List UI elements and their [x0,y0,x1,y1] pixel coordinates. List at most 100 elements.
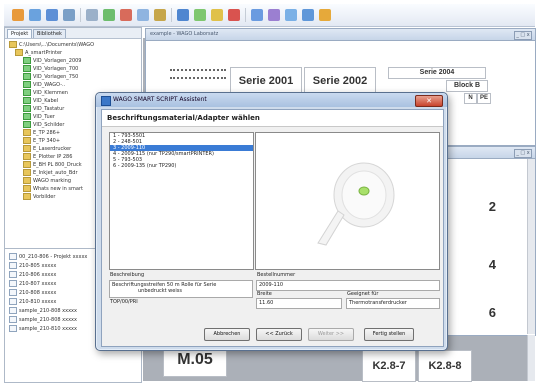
list-item[interactable]: 210-807 xxxxx [9,280,56,287]
tree-item-label: VID_Schilder [33,122,65,128]
next-button[interactable]: Weiter >> [308,328,354,341]
check-icon[interactable] [211,9,223,21]
open-icon[interactable] [29,9,41,21]
series-label: Serie 2004 [388,67,486,79]
code-label: PE [477,93,491,104]
paste-icon[interactable] [120,9,132,21]
tree-item[interactable]: WAGO marking [23,177,71,184]
layout-icon[interactable] [285,9,297,21]
document-window-mid: _ □ x 2 4 6 [441,146,536,336]
tree-item[interactable]: E_Inkjet_auto_Bdr [23,169,78,176]
tree-item-label: E_Plotter IP 286 [33,154,73,160]
document-window-title: _ □ x [442,147,535,159]
back-button[interactable]: << Zurück [256,328,302,341]
tree-item-label: C:\Users\...\Documents\WAGO [19,42,95,48]
list-item[interactable]: sample_210-808 xxxxx [9,307,77,314]
tree-item[interactable]: E_Laserdrucker [23,145,71,152]
folder-icon [23,177,31,184]
tree-item-label: VID_Tastatur [33,106,65,112]
refresh-icon[interactable] [268,9,280,21]
tree-item[interactable]: VID_Vorlagen_750 [23,73,78,80]
save-icon[interactable] [46,9,58,21]
beschreibung-field: Beschriftungsstreifen 50 m Rolle für Ser… [109,280,253,298]
tree-item-label: E_TP 286+ [33,130,61,136]
tree-item[interactable]: Whats new in smart [23,185,83,192]
add-icon[interactable] [194,9,206,21]
tree-item[interactable]: VID_Klemmen [23,89,68,96]
wizard-icon[interactable] [319,9,331,21]
delete-icon[interactable] [228,9,240,21]
new-icon[interactable] [12,9,24,21]
list-item[interactable]: 210-806 xxxxx [9,271,56,278]
bestellnummer-field: 2009-110 [256,280,440,291]
finish-button[interactable]: Fertig stellen [364,328,414,341]
print-icon[interactable] [63,9,75,21]
material-option[interactable]: 6 - 2009-135 (nur TP290) [110,163,253,169]
list-item[interactable]: 210-810 xxxxx [9,298,56,305]
folder-icon [23,105,31,112]
tree-item[interactable]: VID_WAGO-.. [23,81,65,88]
window-controls[interactable]: _ □ x [514,149,532,158]
tree-item[interactable]: VID_Tuer [23,113,55,120]
redo-icon[interactable] [154,9,166,21]
list-item[interactable]: 00_210-806 - Projekt xxxxx [9,253,87,260]
tree-item-label: E_Inkjet_auto_Bdr [33,170,78,176]
tab-bibliothek[interactable]: Bibliothek [33,29,66,38]
vertical-scrollbar[interactable] [527,335,535,381]
layout2-icon[interactable] [302,9,314,21]
breite-label: Breite [257,291,272,297]
tab-projekt[interactable]: Projekt [7,29,33,38]
main-toolbar [4,4,535,27]
help-icon[interactable] [251,9,263,21]
tree-item[interactable]: E_Plotter IP 286 [23,153,72,160]
material-list[interactable]: 1 - 793-5501 2 - 248-501 3 - 2009-110 4 - 2… [109,132,254,270]
document-icon [9,325,17,332]
folder-icon [23,89,31,96]
label-cell: 4 [450,245,496,285]
dialog-header: Beschriftungsmaterial/Adapter wählen [102,110,443,127]
list-item-label: 00_210-806 - Projekt xxxxx [19,254,88,260]
geeignet-field: Thermotransferdrucker [346,298,440,309]
tree-item[interactable]: VID_Vorlagen_700 [23,65,78,72]
tree-item-label: E_BH PL 800_Druck [33,162,82,168]
tree-item[interactable]: E_TP 340+ [23,137,60,144]
copy-icon[interactable] [103,9,115,21]
tree-item[interactable]: VID_Vorlagen_2009 [23,57,82,64]
label-cell: K2.8-7 [362,350,416,382]
list-item[interactable]: 210-805 xxxxx [9,262,56,269]
tree-item-label: E_TP 340+ [33,138,61,144]
tree-item[interactable]: Vorbilder [23,193,55,200]
tree-item[interactable]: E_TP 286+ [23,129,60,136]
tree-item[interactable]: E_BH PL 800_Druck [23,161,82,168]
toolbar-separator [80,8,81,22]
undo-icon[interactable] [137,9,149,21]
cancel-button[interactable]: Abbrechen [204,328,250,341]
beschreibung-code: TOP/00/PRI [110,299,138,305]
cut-icon[interactable] [86,9,98,21]
window-controls[interactable]: _ □ x [514,31,532,40]
list-item-label: sample_210-808 xxxxx [19,317,77,323]
folder-icon [23,73,31,80]
tree-item-label: E_Laserdrucker [33,146,72,152]
block-label: Block B [446,80,488,92]
tree-item[interactable]: C:\Users\...\Documents\WAGO [9,41,94,48]
tree-item[interactable]: A_smartPrinter [15,49,62,56]
vertical-scrollbar[interactable] [527,159,535,334]
label-cell: 2 [450,187,496,227]
grid-icon[interactable] [177,9,189,21]
tree-item[interactable]: VID_Tastatur [23,105,64,112]
list-item[interactable]: 210-808 xxxxx [9,289,56,296]
list-item[interactable]: sample_210-810 xxxxx [9,325,77,332]
tree-item[interactable]: VID_Schilder [23,121,64,128]
list-item[interactable]: sample_210-808 xxxxx [9,316,77,323]
document-icon [9,280,17,287]
close-button[interactable]: ✕ [415,95,443,107]
tree-item-label: VID_Vorlagen_700 [33,66,79,72]
tree-item[interactable]: VID_Kabel [23,97,58,104]
geeignet-label: Geeignet für [347,291,379,297]
list-item-label: 210-810 xxxxx [19,299,57,305]
list-item-label: 210-805 xxxxx [19,263,57,269]
label-cell: 6 [450,293,496,333]
document-icon [9,316,17,323]
document-icon [9,262,17,269]
